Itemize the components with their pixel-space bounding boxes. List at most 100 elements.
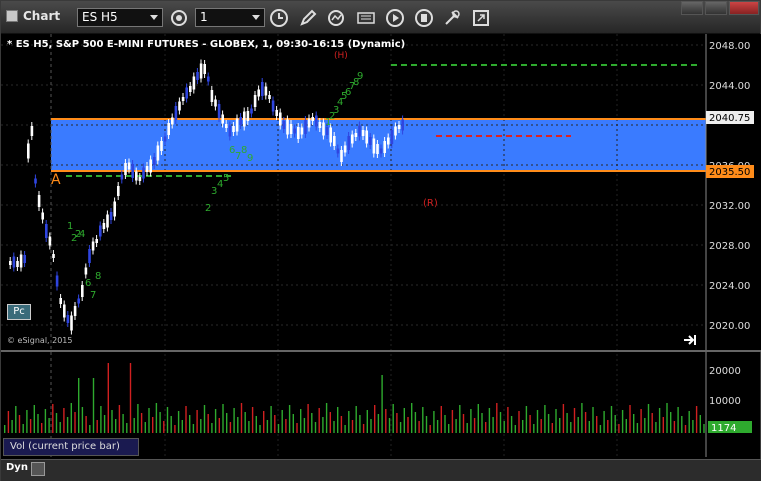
volume-bar [625,419,627,433]
pc-button[interactable]: Pc [7,304,31,320]
volume-bar [507,407,509,433]
volume-bar [281,410,283,433]
volume-bar [196,410,198,433]
volume-bar [588,421,590,433]
candle-body [225,124,228,128]
symbol-value: ES H5 [82,10,118,24]
study-icon[interactable] [356,8,376,28]
volume-bar [499,412,502,433]
volume-bar [681,416,683,433]
candle-body [203,64,206,74]
volume-bar [414,412,417,433]
volume-bar [566,413,568,433]
close-button[interactable] [729,1,759,15]
candle-body [52,254,55,258]
volume-bar [89,425,91,433]
volume-bar [96,420,98,433]
volume-bar [688,411,690,433]
price-chart[interactable]: A (H) (R) 122467823456789123456789 2048.… [1,34,761,460]
volume-bar [522,420,524,433]
candle-body [23,255,26,263]
volume-bar [492,417,494,433]
volume-bar [581,403,583,433]
chevron-down-icon[interactable] [150,15,158,20]
candle-body [361,130,365,136]
play-icon[interactable] [385,8,405,28]
pencil-icon[interactable] [298,8,318,28]
candle-body [343,145,347,153]
volume-bar [115,419,117,433]
volume-bar [529,415,531,433]
candle-body [297,127,300,139]
volume-bar [496,403,498,433]
settings-gear-icon[interactable] [169,8,189,28]
export-icon[interactable] [471,8,491,28]
candle-body [246,111,250,121]
volume-bar [118,405,121,433]
volume-bar [296,423,298,433]
count-label: 7 [90,290,96,301]
volume-bar [551,423,553,433]
volume-bar [647,404,650,433]
candle-body [181,97,185,101]
symbol-input[interactable]: ES H5 [77,8,163,27]
volume-bar [244,412,246,433]
volume-bar [514,425,516,433]
volume-bar [636,423,639,433]
volume-bar [44,409,47,433]
candle-body [84,267,88,275]
candle-body [289,124,293,134]
volume-bar [462,414,465,433]
candle-body [243,111,246,127]
volume-bar [85,416,87,433]
volume-bar [448,424,450,433]
candle-body [383,141,386,153]
maximize-button[interactable] [705,1,727,15]
price-badge-upper: 2040.75 [709,113,750,124]
chevron-down-icon[interactable] [252,15,260,20]
volume-bar [584,412,587,433]
candle-body [293,128,296,134]
volume-bar [351,420,354,433]
volume-bar [218,418,220,433]
refresh-icon[interactable] [326,8,346,28]
candle-body [66,315,70,323]
volume-study-label[interactable]: Vol (current price bar) [3,438,139,456]
candle-body [91,241,95,251]
count-label: 1 [67,221,73,232]
volume-bar [633,414,635,433]
volume-bar [684,425,687,433]
clock-icon[interactable] [269,8,289,28]
volume-bar [655,422,657,433]
price-tick-label: 2028.00 [709,241,750,252]
volume-bar [211,423,213,433]
candle-body [174,106,178,120]
candle-body [221,114,224,124]
page-icon[interactable] [414,8,434,28]
volume-bar [78,378,80,433]
lock-icon[interactable] [31,462,45,476]
title-bar[interactable]: Chart ES H5 1 [1,1,760,34]
candle-body [145,166,149,172]
volume-bar [596,416,598,433]
volume-bar [425,416,428,433]
interval-input[interactable]: 1 [195,8,265,27]
volume-bar [311,413,313,433]
volume-bar [255,416,257,433]
candle-body [149,159,152,173]
candle-body [232,126,235,132]
volume-tick-label: 10000 [709,396,741,407]
tools-icon[interactable] [442,8,462,28]
minimize-button[interactable] [681,1,703,15]
candle-body [239,117,242,125]
candle-body [379,148,383,154]
volume-bar [607,420,609,433]
candle-body [282,121,286,129]
volume-bar [285,419,287,433]
candle-body [369,137,372,145]
candle-body [55,275,59,287]
dyn-label[interactable]: Dyn [6,462,28,473]
volume-bar [544,405,546,433]
candle-body [63,304,66,318]
volume-bar [111,410,113,433]
